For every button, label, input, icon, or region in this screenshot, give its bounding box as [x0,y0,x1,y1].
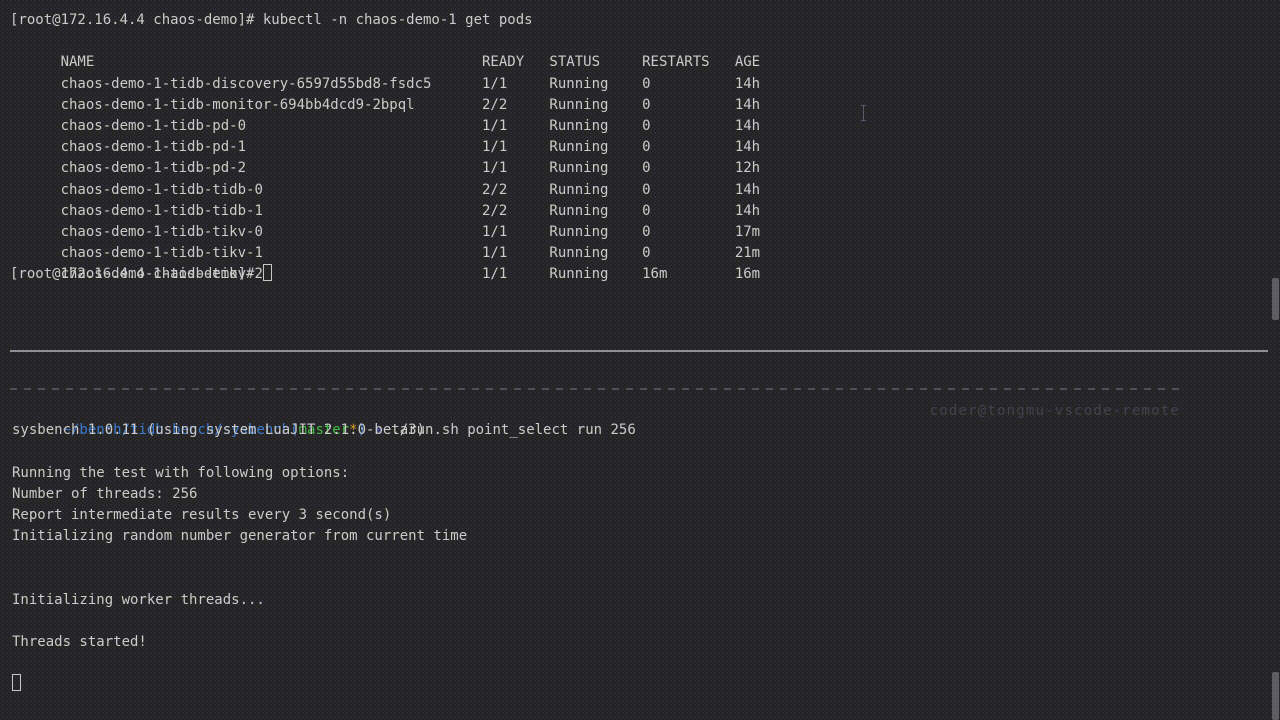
pod-status: Running [549,158,642,179]
pod-status: Running [549,222,642,243]
output-line: Initializing worker threads... [12,590,636,611]
pod-status: Running [549,74,642,95]
pod-status: Running [549,95,642,116]
shell-command-text: [root@172.16.4.4 chaos-demo]# kubectl -n… [10,12,533,28]
text-ibeam-mouse-cursor [860,105,867,121]
pod-name: chaos-demo-1-tidb-tikv-1 [61,243,482,264]
sysbench-terminal-pane[interactable]: ~/bench/tidb-bench/sysbench(master*) » .… [12,399,636,696]
remote-session-watermark: coder@tongmu-vscode-remote [930,402,1180,420]
output-line [12,611,636,632]
pane-divider [10,350,1268,352]
pod-age: 21m [735,243,760,264]
pod-restarts: 0 [642,74,735,95]
output-line: Report intermediate results every 3 seco… [12,505,636,526]
pod-ready: 1/1 [482,243,549,264]
kubectl-terminal-pane[interactable]: [root@172.16.4.4 chaos-demo]# kubectl -n… [10,10,760,285]
pod-status: Running [549,201,642,222]
pod-age: 14h [735,180,760,201]
pod-ready: 1/1 [482,137,549,158]
pod-restarts: 0 [642,180,735,201]
pod-name: chaos-demo-1-tidb-pd-0 [61,116,482,137]
pod-name: chaos-demo-1-tidb-tidb-0 [61,180,482,201]
pod-age: 16m [642,264,735,285]
pod-restarts: 0 [642,222,735,243]
pod-age: 17m [735,222,760,243]
output-line: Threads started! [12,632,636,653]
pod-restarts: 0 [642,95,735,116]
output-line: Number of threads: 256 [12,484,636,505]
pod-status: Running [549,137,642,158]
pod-ready: 1/1 [482,158,549,179]
pod-age: 14h [735,74,760,95]
header-status: STATUS [549,52,642,73]
output-line [12,547,636,568]
pod-age: 14h [735,201,760,222]
terminal-cursor [12,674,21,691]
scrollbar-thumb-top[interactable] [1272,278,1279,320]
pod-status: Running [549,116,642,137]
output-line [12,569,636,590]
pod-name: chaos-demo-1-tidb-monitor-694bb4dcd9-2bp… [61,95,482,116]
pod-age: 16m [735,264,760,285]
shell-prompt-line: ~/bench/tidb-bench/sysbench(master*) » .… [12,399,636,420]
pod-ready: 1/1 [482,222,549,243]
pod-name: chaos-demo-1-tidb-pd-1 [61,137,482,158]
scrollbar-thumb-bottom[interactable] [1272,672,1279,720]
pod-name: chaos-demo-1-tidb-discovery-6597d55bd8-f… [61,74,482,95]
header-name: NAME [61,52,482,73]
pod-age: 14h [735,116,760,137]
pod-ready: 1/1 [482,74,549,95]
pod-status: Running [549,264,642,285]
dashed-separator [10,388,1180,390]
pod-name: chaos-demo-1-tidb-tikv-0 [61,222,482,243]
pod-ready: 2/2 [482,180,549,201]
cursor-line [12,674,636,695]
pod-name: chaos-demo-1-tidb-tidb-1 [61,201,482,222]
shell-command-line: [root@172.16.4.4 chaos-demo]# kubectl -n… [10,10,760,31]
pod-restarts: 0 [642,116,735,137]
pod-age: 14h [735,95,760,116]
pod-age: 14h [735,137,760,158]
pod-status: Running [549,243,642,264]
header-ready: READY [482,52,549,73]
output-line [12,441,636,462]
terminal-cursor [263,264,272,281]
shell-prompt-text: [root@172.16.4.4 chaos-demo]# [10,266,263,282]
shell-command-text: ./run.sh point_select run 256 [391,422,635,438]
output-line: Initializing random number generator fro… [12,526,636,547]
pod-restarts: 0 [642,137,735,158]
pod-restarts: 0 [642,201,735,222]
output-line: Running the test with following options: [12,463,636,484]
output-line [12,653,636,674]
terminal-screen: [root@172.16.4.4 chaos-demo]# kubectl -n… [0,0,1280,720]
pod-status: Running [549,180,642,201]
pod-ready: 2/2 [482,95,549,116]
pod-restarts: 0 [642,158,735,179]
header-age: AGE [735,52,760,73]
pods-table-header: NAMEREADYSTATUSRESTARTSAGE [10,31,760,52]
pod-ready: 1/1 [482,116,549,137]
pod-name: chaos-demo-1-tidb-pd-2 [61,158,482,179]
header-restarts: RESTARTS [642,52,735,73]
pod-restarts: 0 [642,243,735,264]
pod-age: 12h [735,158,760,179]
pod-ready: 1/1 [482,264,549,285]
pod-ready: 2/2 [482,201,549,222]
